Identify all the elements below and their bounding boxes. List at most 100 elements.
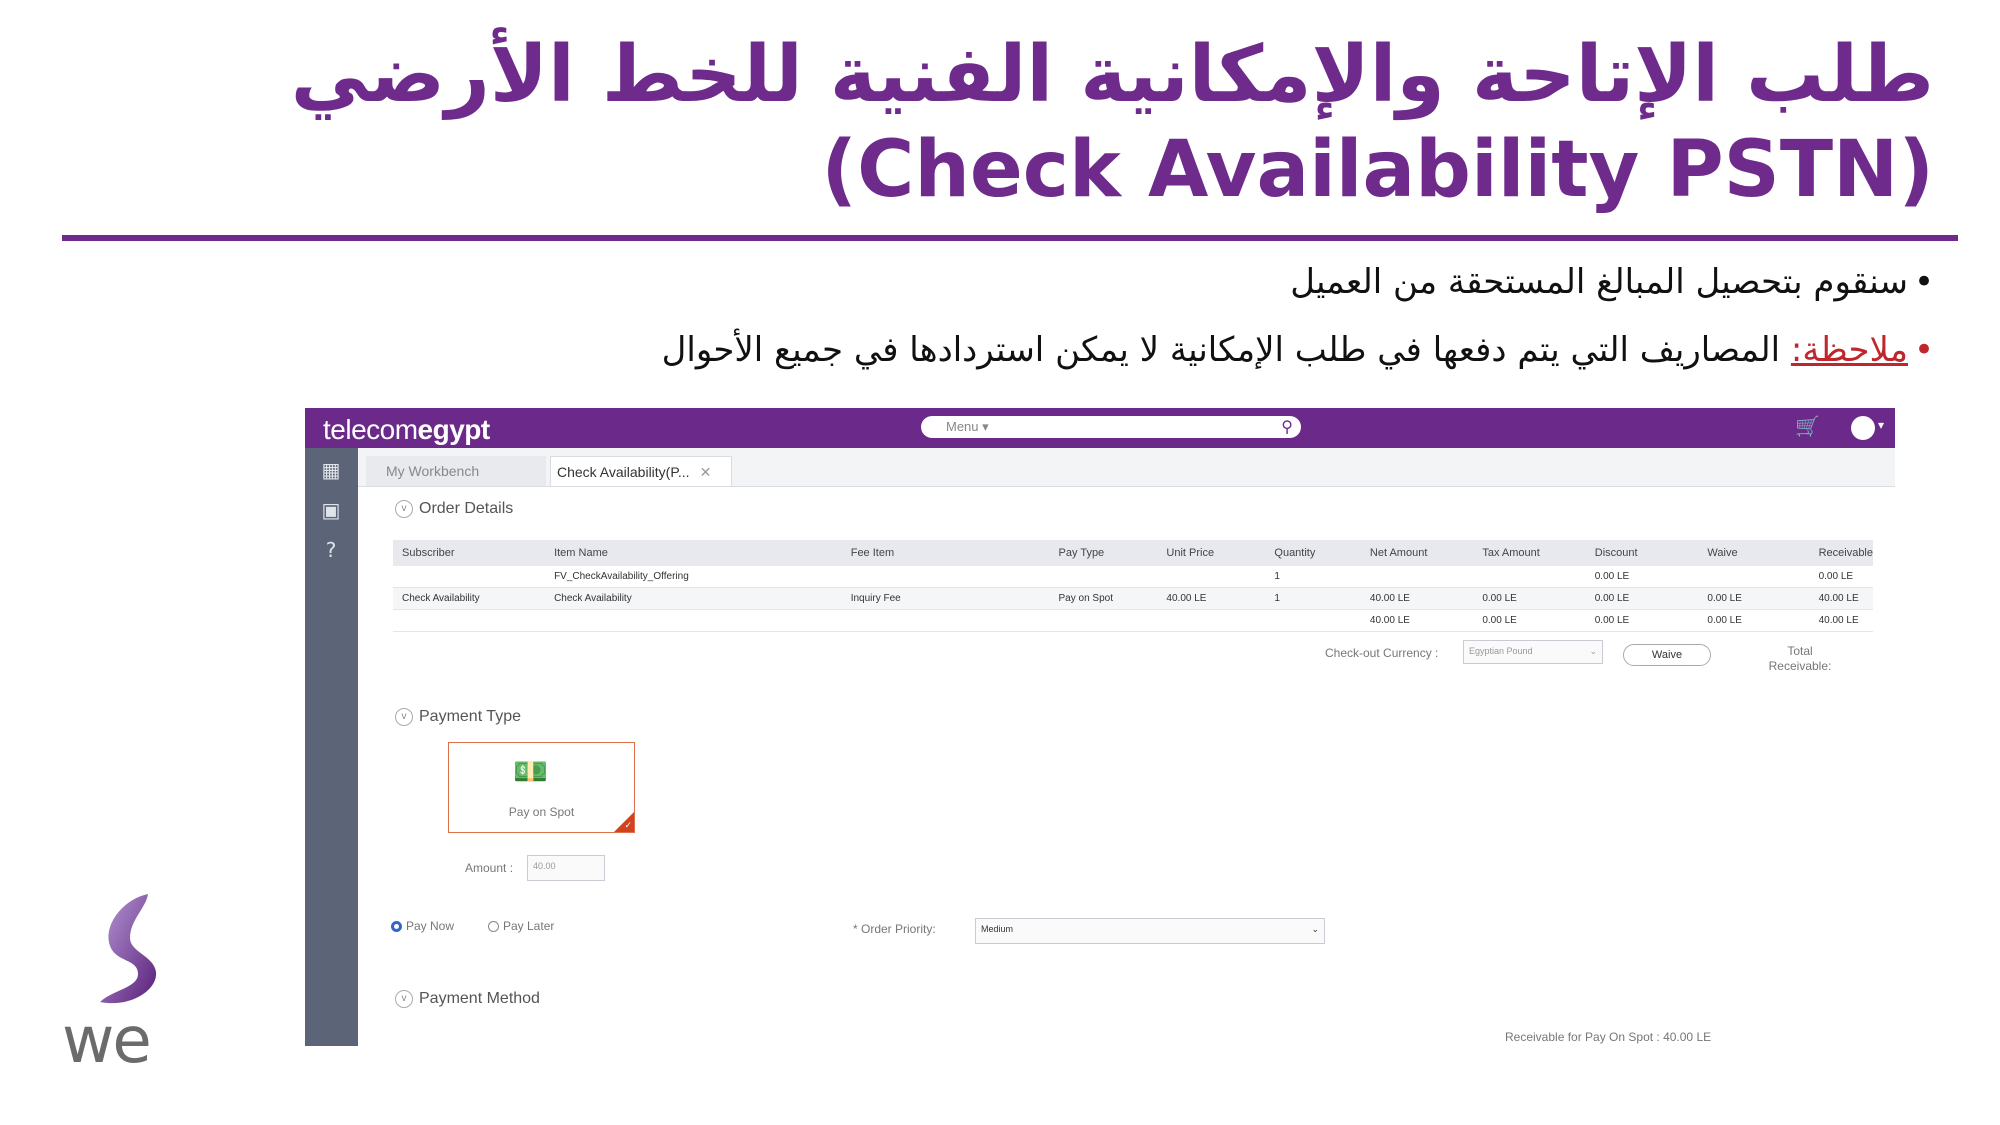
- cart-icon[interactable]: 🛒: [1795, 414, 1820, 438]
- table-cell: 40.00 LE: [1809, 609, 1873, 632]
- table-cell: [1360, 566, 1474, 588]
- column-header: Pay Type: [1049, 540, 1158, 566]
- tab-check-availability[interactable]: Check Availability(P... ✕: [550, 456, 732, 486]
- radio-selected-icon[interactable]: [391, 921, 402, 933]
- table-cell: 40.00 LE: [1360, 609, 1474, 632]
- table-cell: Inquiry Fee: [841, 587, 1050, 610]
- bullet-text: سنقوم بتحصيل المبالغ المستحقة من العميل: [1290, 262, 1908, 302]
- menu-dropdown[interactable]: Menu ▾: [946, 419, 989, 435]
- amount-label: Amount :: [465, 861, 514, 875]
- checkout-currency-label: Check-out Currency :: [1325, 646, 1439, 660]
- column-header: Unit Price: [1157, 540, 1266, 566]
- column-header: Fee Item: [841, 540, 1050, 566]
- payment-method-header[interactable]: v Payment Method: [395, 990, 540, 1008]
- amount-field[interactable]: 40.00: [527, 855, 605, 881]
- dashboard-icon[interactable]: ▦: [319, 458, 343, 482]
- menu-search-bar[interactable]: Menu ▾ ⚲: [921, 416, 1301, 438]
- bullet-dot: •: [1913, 330, 1934, 370]
- close-icon[interactable]: ✕: [700, 464, 712, 480]
- table-cell: [1265, 609, 1361, 632]
- column-header: Receivable: [1809, 540, 1873, 566]
- app-sidebar: ▦ ▣ ?: [305, 448, 358, 1046]
- column-header: Quantity: [1265, 540, 1361, 566]
- tab-my-workbench[interactable]: My Workbench: [366, 456, 546, 486]
- help-icon[interactable]: ?: [319, 538, 343, 562]
- table-cell: 0.00 LE: [1585, 587, 1699, 610]
- table-cell: [545, 609, 842, 632]
- inbox-icon[interactable]: ▣: [319, 498, 343, 522]
- table-cell: [841, 609, 1050, 632]
- column-header: Tax Amount: [1473, 540, 1586, 566]
- column-header: Net Amount: [1360, 540, 1474, 566]
- slide-title-arabic: طلب الإتاحة والإمكانية الفنية للخط الأرض…: [290, 30, 1934, 120]
- pay-on-spot-label: Pay on Spot: [508, 805, 575, 819]
- chevron-down-icon[interactable]: ▾: [1878, 418, 1884, 432]
- checkout-currency-select[interactable]: Egyptian Pound ⌄: [1463, 640, 1603, 664]
- cash-icon: 💵: [513, 755, 548, 788]
- table-cell: 1: [1265, 587, 1361, 610]
- chevron-down-icon[interactable]: v: [395, 990, 413, 1008]
- total-receivable-label: Total Receivable:: [1768, 644, 1832, 673]
- column-header: Discount: [1585, 540, 1699, 566]
- table-cell: [393, 566, 546, 588]
- order-priority-select[interactable]: Medium ⌄: [975, 918, 1325, 944]
- table-cell: [1157, 566, 1266, 588]
- app-topbar: telecomegypt Menu ▾ ⚲ 🛒 ▾: [305, 408, 1895, 448]
- table-cell: 0.00 LE: [1809, 566, 1873, 588]
- table-cell: [393, 609, 546, 632]
- table-cell: 40.00 LE: [1157, 587, 1266, 610]
- order-details-table: Subscriber Item Name Fee Item Pay Type U…: [393, 540, 1873, 632]
- table-cell: [1157, 609, 1266, 632]
- table-cell: FV_CheckAvailability_Offering: [545, 566, 842, 588]
- table-cell: Check Availability: [393, 587, 546, 610]
- table-cell: Check Availability: [545, 587, 842, 610]
- table-cell: 0.00 LE: [1473, 587, 1586, 610]
- tab-bar: My Workbench Check Availability(P... ✕: [358, 448, 1895, 487]
- table-cell: 1: [1265, 566, 1361, 588]
- check-icon: ✓: [624, 821, 632, 831]
- receivable-note: Receivable for Pay On Spot : 40.00 LE: [1505, 1030, 1712, 1044]
- note-text: المصاريف التي يتم دفعها في طلب الإمكانية…: [661, 330, 1791, 370]
- bullet-note: •ملاحظة: المصاريف التي يتم دفعها في طلب …: [662, 330, 1934, 370]
- table-cell: 0.00 LE: [1698, 609, 1810, 632]
- note-label: ملاحظة:: [1790, 330, 1908, 370]
- table-cell: [1698, 566, 1810, 588]
- table-row[interactable]: Check Availability Check Availability In…: [393, 587, 1873, 610]
- chevron-down-icon: ⌄: [1311, 924, 1319, 934]
- column-header: Waive: [1698, 540, 1810, 566]
- column-header: Subscriber: [393, 540, 546, 566]
- table-total-row: 40.00 LE 0.00 LE 0.00 LE 0.00 LE 40.00 L…: [393, 609, 1873, 632]
- table-cell: 0.00 LE: [1698, 587, 1810, 610]
- waive-button[interactable]: Waive: [1623, 644, 1711, 666]
- title-divider: [62, 235, 1958, 241]
- telecom-egypt-logo: telecomegypt: [323, 414, 490, 445]
- avatar-icon[interactable]: [1851, 416, 1875, 440]
- table-cell: 40.00 LE: [1809, 587, 1873, 610]
- we-logo: we: [62, 894, 157, 1070]
- chevron-down-icon: ⌄: [1589, 646, 1597, 656]
- search-icon[interactable]: ⚲: [1281, 417, 1293, 436]
- table-cell: [1049, 609, 1158, 632]
- chevron-down-icon[interactable]: v: [395, 500, 413, 518]
- table-cell: 40.00 LE: [1360, 587, 1474, 610]
- svg-text:we: we: [62, 1004, 150, 1070]
- radio-icon[interactable]: [488, 921, 499, 933]
- order-priority-label: * Order Priority:: [853, 922, 936, 936]
- table-cell: [1473, 566, 1586, 588]
- table-header-row: Subscriber Item Name Fee Item Pay Type U…: [393, 540, 1873, 566]
- slide-title-english: (Check Availability PSTN): [821, 125, 1934, 215]
- chevron-down-icon[interactable]: v: [395, 708, 413, 726]
- table-cell: Pay on Spot: [1049, 587, 1158, 610]
- bullet-dot: •: [1913, 262, 1934, 302]
- pay-later-radio[interactable]: Pay Later: [488, 919, 554, 933]
- pay-on-spot-card[interactable]: 💵 Pay on Spot ✓: [448, 742, 635, 833]
- table-cell: 0.00 LE: [1585, 566, 1699, 588]
- table-row[interactable]: FV_CheckAvailability_Offering 1 0.00 LE …: [393, 566, 1873, 588]
- payment-type-header[interactable]: v Payment Type: [395, 708, 521, 726]
- pay-now-radio[interactable]: Pay Now: [391, 919, 454, 933]
- bullet-collect-fees: •سنقوم بتحصيل المبالغ المستحقة من العميل: [1290, 262, 1934, 302]
- table-cell: 0.00 LE: [1585, 609, 1699, 632]
- table-cell: [841, 566, 1050, 588]
- order-details-header[interactable]: v Order Details: [395, 500, 513, 518]
- column-header: Item Name: [545, 540, 842, 566]
